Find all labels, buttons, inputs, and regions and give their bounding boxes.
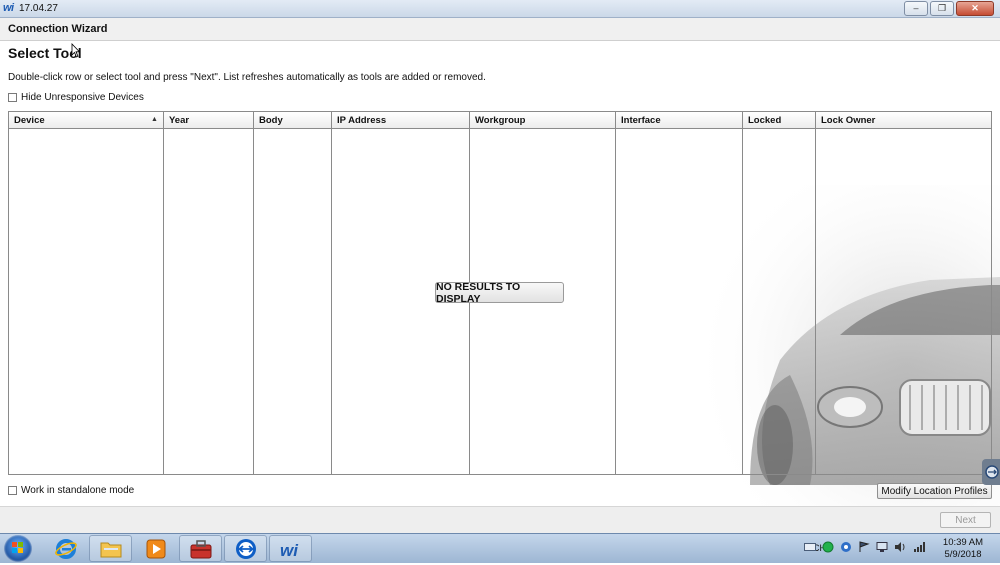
maximize-button[interactable]: ❐ (930, 1, 954, 16)
column-header-locked[interactable]: Locked (748, 115, 781, 126)
clock-date: 5/9/2018 (944, 549, 982, 560)
hide-unresponsive-label: Hide Unresponsive Devices (21, 92, 144, 103)
wi-app-icon[interactable]: wi (269, 535, 312, 562)
wizard-title: Connection Wizard (8, 23, 108, 35)
volume-icon[interactable] (894, 541, 907, 553)
teamviewer-icon[interactable] (224, 535, 267, 562)
hide-unresponsive-checkbox[interactable] (8, 93, 17, 102)
network-signal-icon[interactable] (913, 541, 926, 553)
column-header-year[interactable]: Year (169, 115, 189, 126)
green-status-icon[interactable] (822, 541, 834, 553)
column-year[interactable]: Year (164, 112, 254, 474)
next-button[interactable]: Next (940, 512, 991, 528)
empty-results-message: NO RESULTS TO DISPLAY (435, 281, 564, 305)
column-header-workgroup[interactable]: Workgroup (475, 115, 526, 126)
wizard-footer: Next (0, 506, 1000, 534)
column-body[interactable]: Body (254, 112, 332, 474)
wizard-header: Connection Wizard (0, 18, 1000, 41)
monitor-icon[interactable] (876, 541, 888, 553)
teamviewer-side-panel-tab[interactable] (982, 459, 1000, 485)
minimize-button[interactable]: – (904, 1, 928, 16)
app-logo: wi (3, 2, 14, 14)
file-explorer-icon[interactable] (89, 535, 132, 562)
column-header-lock-owner[interactable]: Lock Owner (821, 115, 875, 126)
svg-text:wi: wi (280, 541, 299, 559)
column-header-ip-address[interactable]: IP Address (337, 115, 386, 126)
settings-gear-icon[interactable] (840, 541, 852, 553)
system-tray (804, 541, 926, 553)
app-version: 17.04.27 (19, 3, 58, 14)
standalone-mode-option[interactable]: Work in standalone mode (8, 485, 134, 496)
taskbar-clock[interactable]: 10:39 AM 5/9/2018 (928, 537, 998, 561)
clock-time: 10:39 AM (942, 537, 984, 548)
window-titlebar: wi 17.04.27 – ❐ ✕ (0, 0, 1000, 18)
column-interface[interactable]: Interface (616, 112, 743, 474)
column-header-device[interactable]: Device (14, 115, 45, 126)
media-player-icon[interactable] (134, 535, 177, 562)
column-header-interface[interactable]: Interface (621, 115, 661, 126)
remote-control-icon (985, 465, 999, 479)
standalone-mode-checkbox[interactable] (8, 486, 17, 495)
hide-unresponsive-option[interactable]: Hide Unresponsive Devices (8, 92, 144, 103)
internet-explorer-icon[interactable] (44, 535, 87, 562)
window-controls: – ❐ ✕ (904, 1, 994, 16)
standalone-mode-label: Work in standalone mode (21, 485, 135, 496)
mouse-cursor-icon (71, 43, 81, 58)
column-lock-owner[interactable]: Lock Owner (816, 112, 991, 474)
modify-location-profiles-button[interactable]: Modify Location Profiles (877, 483, 992, 499)
toolbox-icon[interactable] (179, 535, 222, 562)
instruction-text: Double-click row or select tool and pres… (8, 72, 486, 83)
keyboard-icon[interactable] (804, 542, 816, 552)
column-device[interactable]: Device ▲ (9, 112, 164, 474)
windows-taskbar: wi CH 10:39 AM 5/9/2018 (0, 533, 1000, 563)
start-orb-icon[interactable] (4, 535, 32, 562)
close-button[interactable]: ✕ (956, 1, 994, 16)
sort-ascending-icon[interactable]: ▲ (151, 116, 158, 123)
flag-icon[interactable] (858, 541, 870, 553)
column-header-body[interactable]: Body (259, 115, 283, 126)
column-locked[interactable]: Locked (743, 112, 816, 474)
